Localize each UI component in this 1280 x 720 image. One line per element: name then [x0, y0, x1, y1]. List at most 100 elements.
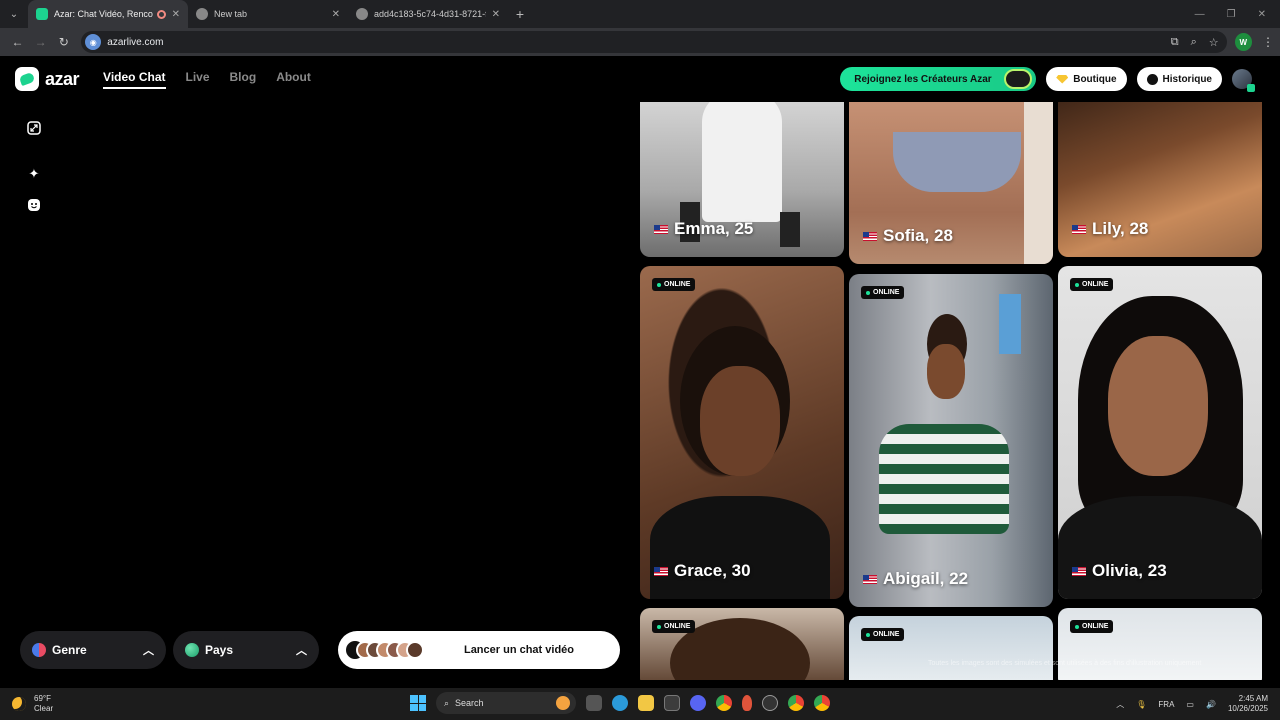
edge-icon[interactable]: [612, 695, 628, 711]
chrome-icon[interactable]: [716, 695, 732, 711]
time: 2:45 AM: [1238, 694, 1268, 703]
creators-badge-icon: [1004, 69, 1033, 89]
us-flag-icon: [863, 231, 877, 241]
profile-card[interactable]: Emma, 25: [640, 102, 844, 257]
profile-card[interactable]: ONLINE: [1058, 608, 1262, 680]
task-view-icon[interactable]: [586, 695, 602, 711]
weather-condition: Clear: [34, 704, 54, 713]
online-badge: ONLINE: [1070, 620, 1114, 633]
site-info-icon[interactable]: ◉: [85, 34, 102, 50]
online-badge: ONLINE: [861, 286, 905, 299]
clock[interactable]: 2:45 AM 10/26/2025: [1228, 694, 1268, 714]
chrome-profile-icon[interactable]: [814, 695, 830, 711]
microphone-app-icon[interactable]: [742, 695, 752, 711]
online-badge: ONLINE: [652, 278, 696, 291]
close-tab-icon[interactable]: ✕: [332, 9, 340, 20]
reload-icon[interactable]: ↻: [52, 35, 75, 49]
nav-video-chat[interactable]: Video Chat: [103, 70, 166, 89]
search-highlight-icon: [556, 696, 570, 710]
chevron-up-icon: ︿: [296, 645, 307, 657]
azar-logo[interactable]: azar: [15, 67, 80, 91]
user-avatar[interactable]: [1232, 69, 1255, 92]
profile-name: Grace, 30: [654, 561, 751, 581]
restore-icon[interactable]: ❐: [1227, 9, 1236, 20]
profile-name: Abigail, 22: [863, 569, 968, 589]
tab-azar[interactable]: Azar: Chat Vidéo, Rencontr ✕: [28, 0, 188, 28]
tab-new[interactable]: New tab ✕: [188, 0, 348, 28]
sparkle-effects-icon[interactable]: ✦: [26, 166, 42, 182]
moon-icon: [12, 697, 26, 711]
new-tab-button[interactable]: +: [508, 6, 532, 22]
taskbar-search[interactable]: ⌕ Search: [436, 692, 576, 714]
profile-name: Sofia, 28: [863, 226, 953, 246]
start-chat-label: Lancer un chat vidéo: [463, 644, 574, 656]
face-filter-icon[interactable]: [26, 197, 42, 213]
expand-icon[interactable]: [26, 120, 42, 136]
forward-icon[interactable]: →: [29, 35, 52, 49]
minimize-icon[interactable]: —: [1195, 9, 1205, 20]
profile-card[interactable]: Sofia, 28: [849, 102, 1053, 264]
profile-card[interactable]: ONLINE: [849, 616, 1053, 680]
network-icon[interactable]: ▭: [1186, 700, 1194, 709]
start-video-chat-button[interactable]: Lancer un chat vidéo: [338, 631, 620, 669]
app-icon[interactable]: [762, 695, 778, 711]
nav-blog[interactable]: Blog: [230, 70, 257, 89]
windows-start-icon[interactable]: [410, 695, 426, 711]
shop-label: Boutique: [1073, 73, 1117, 85]
profile-card[interactable]: ONLINE: [640, 608, 844, 680]
bookmark-star-icon[interactable]: ☆: [1209, 36, 1219, 49]
join-creators-button[interactable]: Rejoignez les Créateurs Azar: [840, 67, 1037, 91]
back-icon[interactable]: ←: [6, 35, 29, 49]
gender-filter[interactable]: Genre ︿: [20, 631, 166, 669]
window-controls: — ❐ ✕: [1195, 9, 1280, 20]
chevron-up-icon[interactable]: ︿: [1116, 699, 1124, 710]
tab-title: Azar: Chat Vidéo, Rencontr: [54, 9, 153, 19]
profile-card[interactable]: ONLINE Grace, 30: [640, 266, 844, 599]
nav-about[interactable]: About: [276, 70, 311, 89]
us-flag-icon: [1072, 566, 1086, 576]
store-icon[interactable]: [664, 695, 680, 711]
gender-icon: [32, 643, 46, 657]
profile-avatar[interactable]: W: [1234, 33, 1252, 51]
azar-favicon-icon: [36, 8, 48, 20]
file-explorer-icon[interactable]: [638, 695, 654, 711]
profile-name: Lily, 28: [1072, 219, 1148, 239]
discord-icon[interactable]: [690, 695, 706, 711]
country-filter[interactable]: Pays ︿: [173, 631, 319, 669]
tab-title: add4c183-5c74-4d31-8721-f2: [374, 9, 486, 19]
search-placeholder: Search: [455, 698, 484, 708]
brand-name: azar: [45, 68, 80, 89]
disclaimer-text: Toutes les images sont des simulées et s…: [928, 660, 1202, 667]
microphone-icon[interactable]: 🎙: [1136, 700, 1146, 709]
history-label: Historique: [1162, 73, 1212, 85]
close-window-icon[interactable]: ✕: [1258, 9, 1266, 20]
globe-icon: [356, 8, 368, 20]
chrome-profile-icon[interactable]: [788, 695, 804, 711]
main-nav: Video Chat Live Blog About: [103, 70, 311, 89]
menu-kebab-icon[interactable]: ⋮: [1262, 35, 1274, 49]
tab-search-icon[interactable]: ⌄: [0, 0, 28, 28]
azar-logo-icon: [15, 67, 39, 91]
close-tab-icon[interactable]: ✕: [172, 9, 180, 20]
volume-icon[interactable]: 🔊: [1206, 700, 1216, 709]
shop-button[interactable]: Boutique: [1046, 67, 1127, 91]
zoom-icon[interactable]: ⌕: [1191, 36, 1197, 49]
windows-taskbar: 69°F Clear ⌕ Search ︿ 🎙 FRA ▭ 🔊 2:45 AM …: [0, 688, 1280, 720]
profile-grid: Emma, 25 ONLINE Grace, 30 ONLINE Sofia, …: [640, 102, 1270, 680]
close-tab-icon[interactable]: ✕: [492, 9, 500, 20]
taskbar-apps: ⌕ Search: [410, 692, 830, 714]
tab-third[interactable]: add4c183-5c74-4d31-8721-f2 ✕: [348, 0, 508, 28]
cast-icon[interactable]: ⧉: [1171, 36, 1179, 49]
url-field[interactable]: ◉ azarlive.com ⧉ ⌕ ☆: [81, 31, 1227, 53]
profile-card[interactable]: ONLINE Olivia, 23: [1058, 266, 1262, 599]
gender-label: Genre: [52, 643, 87, 657]
system-tray: ︿ 🎙 FRA ▭ 🔊 2:45 AM 10/26/2025: [1116, 694, 1280, 714]
language-indicator[interactable]: FRA: [1158, 700, 1174, 709]
avatar: [406, 641, 424, 659]
history-button[interactable]: Historique: [1136, 67, 1222, 91]
url-text: azarlive.com: [107, 36, 164, 48]
profile-card[interactable]: Lily, 28: [1058, 102, 1262, 257]
nav-live[interactable]: Live: [186, 70, 210, 89]
profile-card[interactable]: ONLINE Abigail, 22: [849, 274, 1053, 607]
weather-widget[interactable]: 69°F Clear: [12, 694, 53, 714]
